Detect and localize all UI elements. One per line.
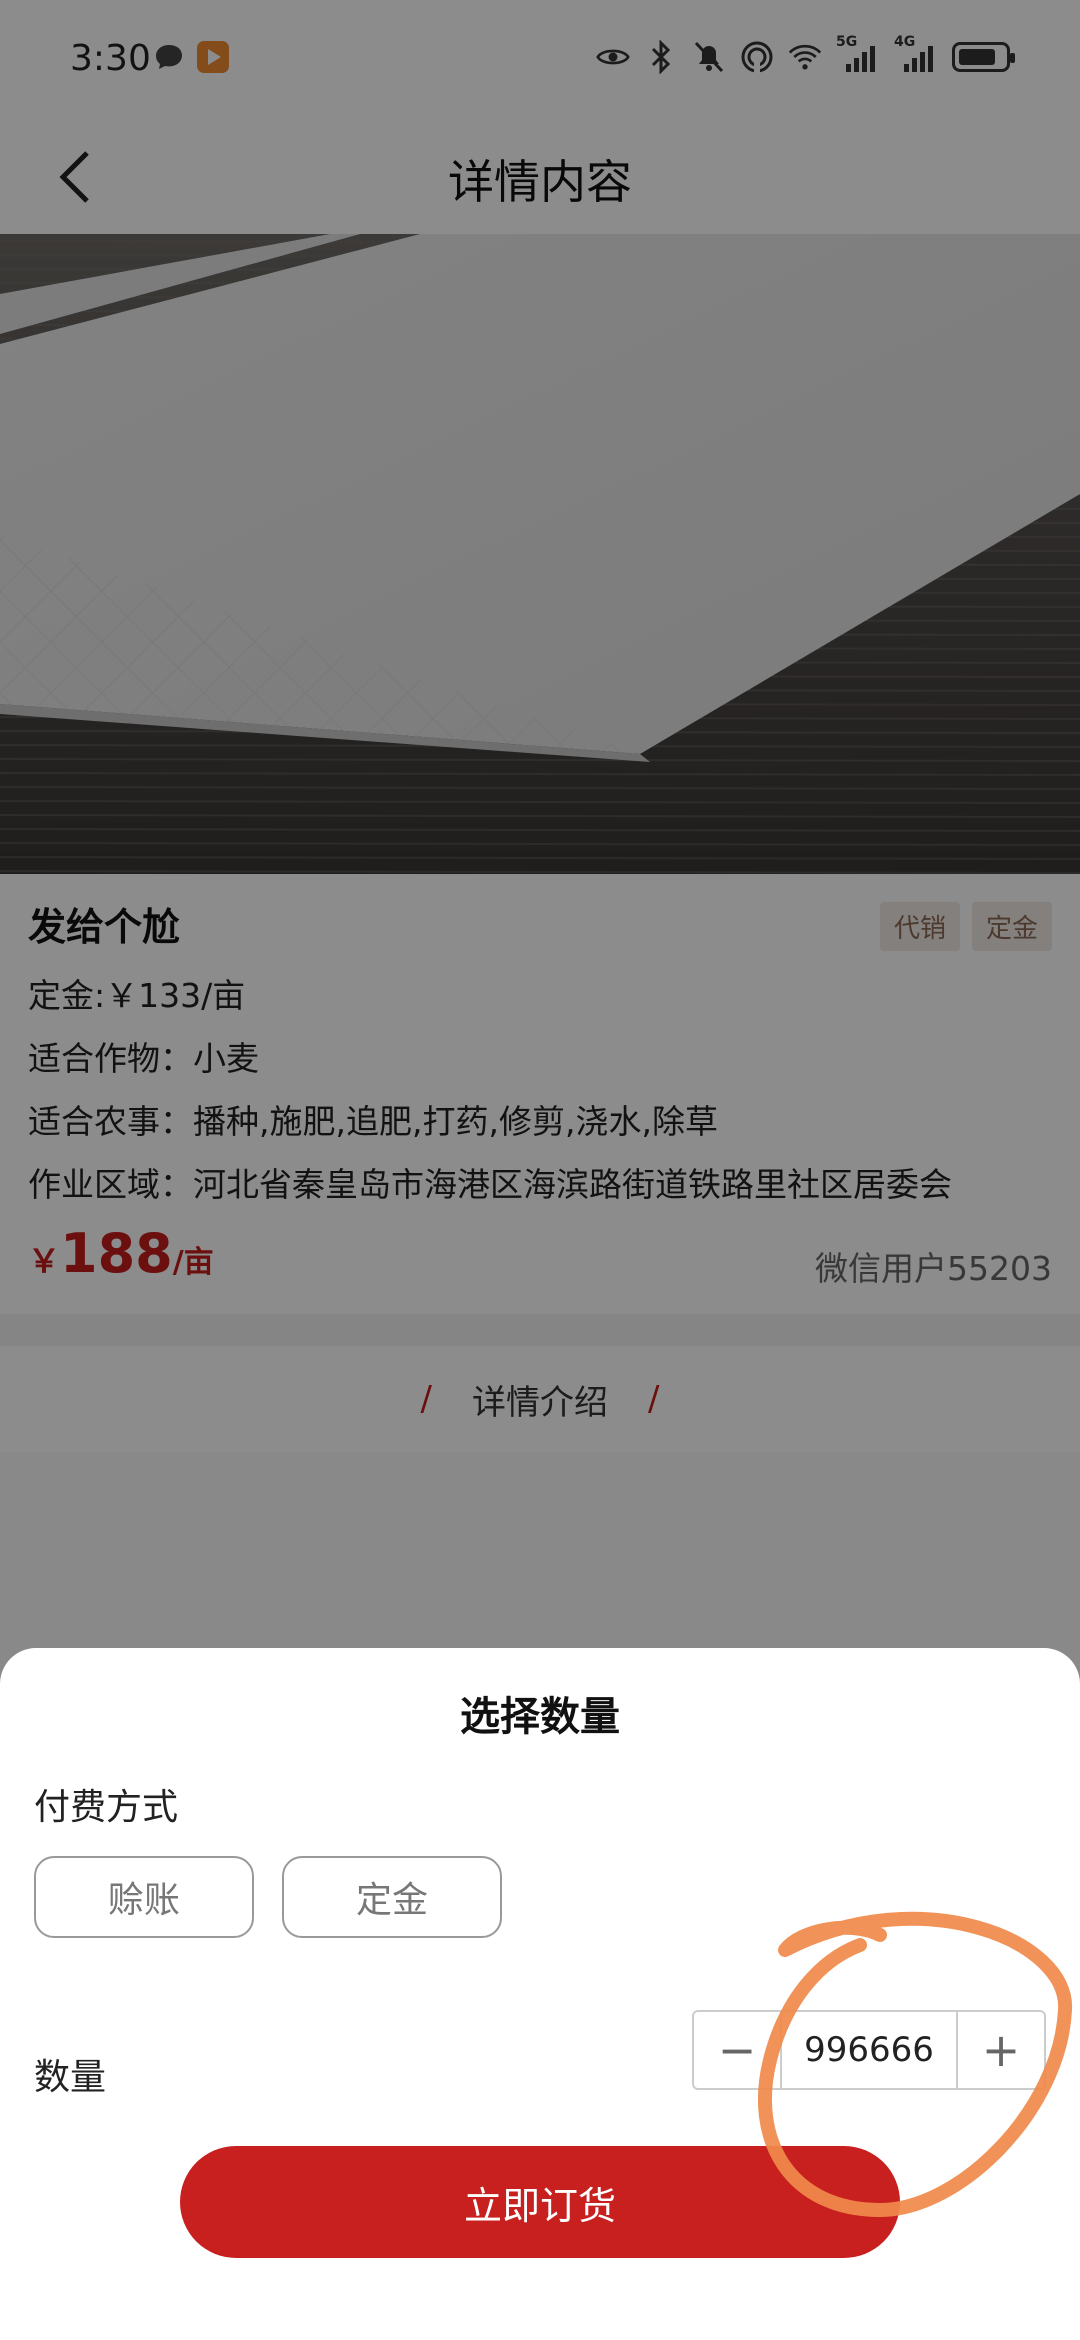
quantity-sheet: 选择数量 付费方式 赊账 定金 数量 − 996666 + 立即订货 (0, 1648, 1080, 2340)
quantity-stepper: − 996666 + (692, 2010, 1046, 2090)
increment-button[interactable]: + (958, 2012, 1044, 2088)
pay-option-credit[interactable]: 赊账 (34, 1856, 254, 1938)
payment-method-label: 付费方式 (34, 1787, 179, 1828)
quantity-label: 数量 (34, 2057, 107, 2098)
quantity-input[interactable]: 996666 (780, 2012, 958, 2088)
order-now-button[interactable]: 立即订货 (180, 2146, 900, 2258)
decrement-button[interactable]: − (694, 2012, 780, 2088)
pay-option-deposit[interactable]: 定金 (282, 1856, 502, 1938)
sheet-title: 选择数量 (460, 1694, 620, 1740)
